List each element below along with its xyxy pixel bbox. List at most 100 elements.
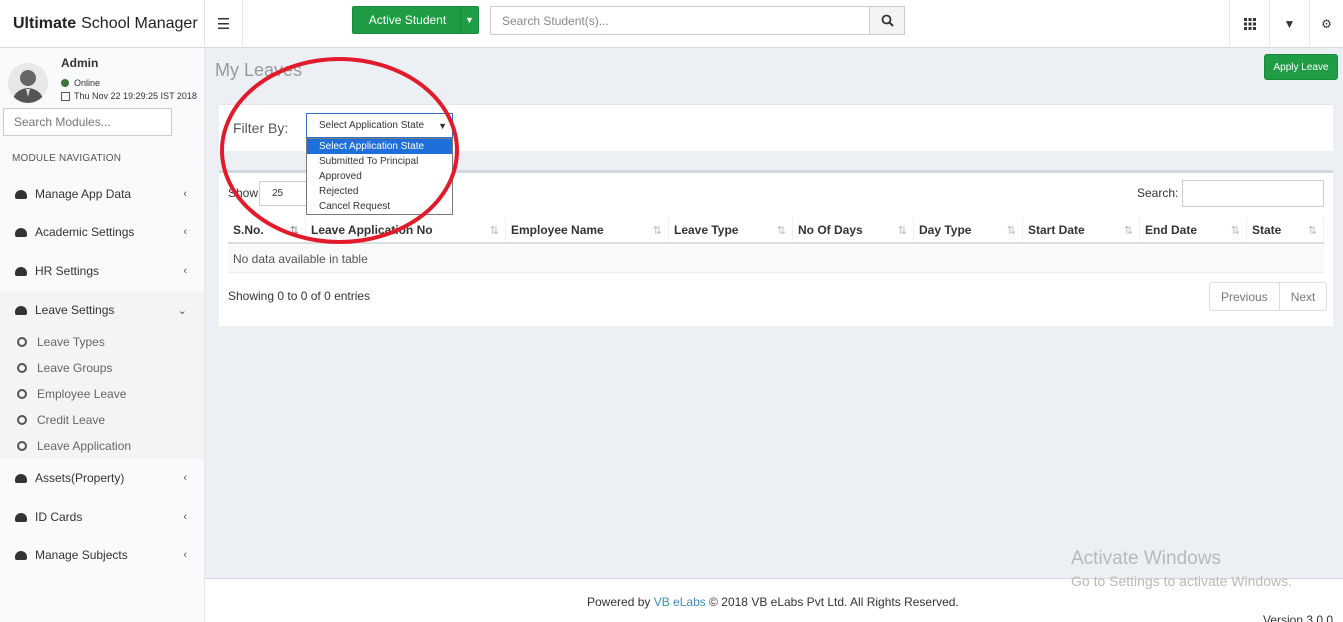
- select-value: Select Application State: [319, 120, 425, 131]
- sidebar: Admin Online Thu Nov 22 19:29:25 IST 201…: [0, 48, 205, 622]
- sidebar-subitem-label: Leave Types: [37, 335, 105, 349]
- sidebar-subitem-leave-application[interactable]: Leave Application: [0, 433, 204, 459]
- caret-down-icon[interactable]: ▼: [460, 7, 478, 33]
- user-silhouette-icon: [8, 63, 48, 103]
- circle-icon: [17, 389, 27, 399]
- column-label: End Date: [1145, 222, 1198, 237]
- user-panel: Admin Online Thu Nov 22 19:29:25 IST 201…: [0, 48, 205, 106]
- dashboard-icon: [15, 227, 28, 238]
- sidebar-subitem-label: Credit Leave: [37, 413, 106, 427]
- dropdown-option[interactable]: Cancel Request: [307, 199, 452, 214]
- column-label: State: [1252, 222, 1282, 237]
- table-info: Showing 0 to 0 of 0 entries: [228, 289, 371, 303]
- sort-icon: ⇅: [289, 225, 299, 237]
- dropdown-option[interactable]: Rejected: [307, 184, 452, 199]
- circle-icon: [17, 415, 27, 425]
- sidebar-item-hr-settings[interactable]: HR Settings ‹: [0, 252, 204, 290]
- sort-icon: ⇅: [897, 225, 907, 237]
- company-link[interactable]: VB eLabs: [654, 595, 706, 609]
- caret-down-icon: ▼: [438, 120, 447, 131]
- avatar: [8, 63, 48, 103]
- active-student-label: Active Student: [368, 13, 447, 27]
- column-header[interactable]: Employee Name ⇅: [506, 217, 669, 242]
- copyright-text: © 2018 VB eLabs Pvt Ltd. All Rights Rese…: [709, 595, 959, 609]
- version-text: Version 3.0.0: [1263, 613, 1334, 622]
- dropdown-option[interactable]: Approved: [307, 169, 452, 184]
- page-length-value: 25: [272, 188, 284, 199]
- table-empty-row: No data available in table: [228, 245, 1324, 273]
- sidebar-item-label: HR Settings: [35, 264, 100, 278]
- search-icon[interactable]: [869, 6, 905, 35]
- app-name-rest: School Manager: [81, 15, 198, 32]
- column-header[interactable]: No Of Days ⇅: [793, 217, 914, 242]
- sidebar-item-manage-subjects[interactable]: Manage Subjects ‹: [0, 536, 204, 574]
- dropdown-option[interactable]: Select Application State: [307, 139, 452, 154]
- gears-icon[interactable]: ⚙: [1309, 0, 1343, 48]
- column-label: Day Type: [919, 222, 972, 237]
- top-header: Ultimate School Manager ☰ Active Student…: [0, 0, 1343, 48]
- column-header[interactable]: Leave Application No ⇅: [306, 217, 506, 242]
- chevron-left-icon: ‹: [183, 265, 187, 277]
- previous-button[interactable]: Previous: [1210, 283, 1279, 310]
- chevron-left-icon: ‹: [183, 226, 187, 238]
- student-search-input[interactable]: [490, 6, 870, 35]
- chevron-left-icon: ‹: [183, 188, 187, 200]
- sidebar-item-label: ID Cards: [35, 510, 83, 524]
- sidebar-item-manage-app-data[interactable]: Manage App Data ‹: [0, 175, 204, 213]
- next-button[interactable]: Next: [1278, 283, 1327, 310]
- circle-icon: [17, 363, 27, 373]
- sidebar-item-id-cards[interactable]: ID Cards ‹: [0, 498, 204, 536]
- column-header[interactable]: Day Type ⇅: [914, 217, 1023, 242]
- sidebar-item-label: Manage App Data: [35, 187, 132, 201]
- datetime-text: Thu Nov 22 19:29:25 IST 2018: [74, 91, 197, 101]
- column-header[interactable]: State ⇅: [1247, 217, 1324, 242]
- apply-leave-button[interactable]: Apply Leave: [1264, 54, 1338, 80]
- calendar-icon: [61, 91, 70, 101]
- column-header[interactable]: End Date ⇅: [1140, 217, 1247, 242]
- grid-icon-svg: [1243, 18, 1256, 30]
- page-length-select[interactable]: 25: [259, 181, 311, 206]
- sort-icon: ⇅: [489, 225, 499, 237]
- grid-icon[interactable]: [1229, 0, 1269, 48]
- user-name: Admin: [61, 56, 99, 70]
- sidebar-subitem-label: Leave Application: [37, 439, 132, 453]
- powered-by-text: Powered by: [587, 595, 651, 609]
- search-icon-svg: [881, 14, 894, 27]
- table-search-input[interactable]: [1182, 180, 1324, 207]
- active-student-button[interactable]: Active Student ▼: [352, 6, 479, 34]
- hamburger-icon[interactable]: ☰: [205, 0, 243, 48]
- app-logo[interactable]: Ultimate School Manager: [0, 0, 205, 48]
- dashboard-icon: [15, 266, 28, 277]
- sidebar-item-leave-settings[interactable]: Leave Settings ⌄: [0, 291, 204, 329]
- dashboard-icon: [15, 305, 28, 316]
- chevron-left-icon: ‹: [183, 511, 187, 523]
- column-label: Employee Name: [511, 222, 604, 237]
- application-state-dropdown: Select Application State Submitted To Pr…: [306, 138, 453, 215]
- app-name-bold: Ultimate: [13, 15, 77, 32]
- sidebar-subitem-label: Leave Groups: [37, 361, 113, 375]
- circle-icon: [17, 441, 27, 451]
- sidebar-item-assets[interactable]: Assets(Property) ‹: [0, 459, 204, 497]
- column-header[interactable]: S.No. ⇅: [228, 217, 306, 242]
- sidebar-subitem-leave-groups[interactable]: Leave Groups: [0, 355, 204, 381]
- pagination: Previous Next: [1209, 282, 1328, 311]
- column-header[interactable]: Start Date ⇅: [1023, 217, 1140, 242]
- user-datetime: Thu Nov 22 19:29:25 IST 2018: [61, 91, 197, 101]
- column-header[interactable]: Leave Type ⇅: [669, 217, 793, 242]
- dropdown-option[interactable]: Submitted To Principal: [307, 154, 452, 169]
- module-search-input[interactable]: [3, 108, 172, 136]
- sidebar-item-label: Leave Settings: [35, 303, 115, 317]
- caret-down-icon[interactable]: ▼: [1269, 0, 1309, 48]
- sidebar-subitem-employee-leave[interactable]: Employee Leave: [0, 381, 204, 407]
- sort-icon: ⇅: [1123, 225, 1133, 237]
- column-label: No Of Days: [798, 222, 863, 237]
- table-header: S.No. ⇅ Leave Application No ⇅ Employee Na…: [228, 217, 1324, 244]
- application-state-select[interactable]: Select Application State ▼: [306, 113, 453, 138]
- sort-icon: ⇅: [776, 225, 786, 237]
- sidebar-subitem-credit-leave[interactable]: Credit Leave: [0, 407, 204, 433]
- sidebar-subitem-leave-types[interactable]: Leave Types: [0, 329, 204, 355]
- sidebar-item-academic-settings[interactable]: Academic Settings ‹: [0, 213, 204, 251]
- column-label: S.No.: [233, 222, 264, 237]
- sidebar-subitem-label: Employee Leave: [37, 387, 127, 401]
- sort-icon: ⇅: [1006, 225, 1016, 237]
